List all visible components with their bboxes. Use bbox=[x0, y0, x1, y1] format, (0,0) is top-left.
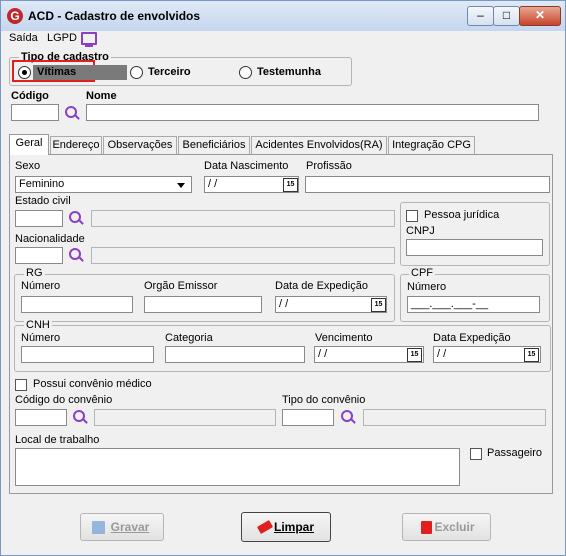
sexo-select[interactable]: Feminino bbox=[15, 176, 192, 193]
convenio-desc-input bbox=[94, 409, 276, 426]
tab-acidentes[interactable]: Acidentes Envolvidos(RA) bbox=[251, 136, 387, 154]
local-trabalho-label: Local de trabalho bbox=[15, 434, 100, 446]
radio-terceiro-label: Terceiro bbox=[148, 66, 191, 78]
tipo-convenio-input[interactable] bbox=[282, 409, 334, 426]
calendar-icon[interactable]: 15 bbox=[524, 348, 539, 362]
convenio-search-icon[interactable] bbox=[72, 409, 88, 425]
maximize-button[interactable]: □ bbox=[493, 6, 520, 26]
nacionalidade-code-input[interactable] bbox=[15, 247, 63, 264]
nacionalidade-desc-input bbox=[91, 247, 395, 264]
cpf-numero-input[interactable]: ___.___.___-__ bbox=[407, 296, 540, 313]
window-title: ACD - Cadastro de envolvidos bbox=[28, 9, 201, 23]
save-icon bbox=[92, 521, 105, 534]
orgao-emissor-label: Orgão Emissor bbox=[144, 280, 218, 292]
minimize-button[interactable]: – bbox=[467, 6, 494, 26]
cnh-numero-input[interactable] bbox=[21, 346, 154, 363]
sexo-label: Sexo bbox=[15, 160, 41, 172]
nacionalidade-search-icon[interactable] bbox=[68, 247, 84, 263]
codigo-convenio-label: Código do convênio bbox=[15, 394, 113, 406]
nome-label: Nome bbox=[86, 90, 117, 102]
estado-civil-desc-input bbox=[91, 210, 395, 227]
convenio-checkbox[interactable] bbox=[15, 379, 27, 391]
tipo-convenio-label: Tipo do convênio bbox=[282, 394, 366, 406]
cnpj-input[interactable] bbox=[406, 239, 543, 256]
gravar-button[interactable]: Gravar bbox=[80, 513, 164, 541]
nome-input[interactable] bbox=[86, 104, 539, 121]
estado-civil-code-input[interactable] bbox=[15, 210, 63, 227]
limpar-label: Limpar bbox=[273, 520, 314, 534]
excluir-button[interactable]: Excluir bbox=[402, 513, 491, 541]
codigo-search-icon[interactable] bbox=[64, 105, 80, 121]
tab-beneficiarios[interactable]: Beneficiários bbox=[178, 136, 250, 154]
local-trabalho-textarea[interactable] bbox=[15, 448, 460, 486]
pessoa-juridica-checkbox[interactable] bbox=[406, 210, 418, 222]
codigo-convenio-input[interactable] bbox=[15, 409, 67, 426]
calendar-icon[interactable]: 15 bbox=[371, 298, 386, 312]
tab-geral[interactable]: Geral bbox=[9, 134, 49, 155]
title-bar: G ACD - Cadastro de envolvidos – □ ✕ bbox=[1, 1, 565, 31]
passageiro-checkbox[interactable] bbox=[470, 448, 482, 460]
tipo-convenio-desc-input bbox=[363, 409, 546, 426]
codigo-label: Código bbox=[11, 90, 49, 102]
rg-numero-input[interactable] bbox=[21, 296, 133, 313]
cpf-numero-label: Número bbox=[407, 281, 447, 293]
calendar-icon[interactable]: 15 bbox=[407, 348, 422, 362]
codigo-input[interactable] bbox=[11, 104, 59, 121]
rg-data-expedicao-label: Data de Expedição bbox=[275, 280, 368, 292]
categoria-label: Categoria bbox=[165, 332, 213, 344]
menu-saida[interactable]: Saída bbox=[9, 32, 38, 44]
cpf-title: CPF bbox=[409, 267, 435, 279]
categoria-input[interactable] bbox=[165, 346, 305, 363]
eraser-icon bbox=[256, 520, 274, 534]
data-nascimento-label: Data Nascimento bbox=[204, 160, 289, 172]
passageiro-label: Passageiro bbox=[487, 447, 543, 459]
monitor-icon[interactable] bbox=[81, 32, 97, 47]
rg-numero-label: Número bbox=[21, 280, 61, 292]
cnpj-label: CNPJ bbox=[406, 225, 435, 237]
radio-testemunha-label: Testemunha bbox=[257, 66, 321, 78]
profissao-label: Profissão bbox=[306, 160, 352, 172]
vencimento-label: Vencimento bbox=[315, 332, 373, 344]
rg-title: RG bbox=[24, 267, 45, 279]
gravar-label: Gravar bbox=[110, 520, 150, 534]
window: G ACD - Cadastro de envolvidos – □ ✕ Saí… bbox=[0, 0, 566, 556]
excluir-label: Excluir bbox=[434, 520, 475, 534]
tab-endereco[interactable]: Endereço bbox=[50, 136, 102, 154]
menu-bar: Saída LGPD bbox=[1, 31, 565, 47]
estado-civil-search-icon[interactable] bbox=[68, 210, 84, 226]
menu-lgpd[interactable]: LGPD bbox=[47, 32, 77, 44]
app-logo-icon: G bbox=[7, 8, 23, 24]
cnh-numero-label: Número bbox=[21, 332, 61, 344]
limpar-button[interactable]: Limpar bbox=[241, 512, 331, 542]
pessoa-juridica-label: Pessoa jurídica bbox=[424, 209, 500, 221]
tab-integracao-cpg[interactable]: Integração CPG bbox=[388, 136, 475, 154]
orgao-emissor-input[interactable] bbox=[144, 296, 262, 313]
convenio-label: Possui convênio médico bbox=[33, 378, 152, 390]
close-button[interactable]: ✕ bbox=[519, 6, 561, 26]
radio-terceiro[interactable] bbox=[130, 66, 143, 79]
calendar-icon[interactable]: 15 bbox=[283, 178, 298, 192]
radio-testemunha[interactable] bbox=[239, 66, 252, 79]
chevron-down-icon[interactable] bbox=[177, 183, 185, 188]
cnh-title: CNH bbox=[24, 319, 52, 331]
tab-observacoes[interactable]: Observações bbox=[103, 136, 177, 154]
nacionalidade-label: Nacionalidade bbox=[15, 233, 85, 245]
trash-icon bbox=[421, 521, 432, 534]
profissao-input[interactable] bbox=[305, 176, 550, 193]
radio-vitimas-label: Vítimas bbox=[37, 66, 77, 78]
radio-vitimas[interactable] bbox=[18, 66, 31, 79]
estado-civil-label: Estado civil bbox=[15, 195, 71, 207]
cnh-data-expedicao-label: Data Expedição bbox=[433, 332, 511, 344]
tipo-convenio-search-icon[interactable] bbox=[340, 409, 356, 425]
